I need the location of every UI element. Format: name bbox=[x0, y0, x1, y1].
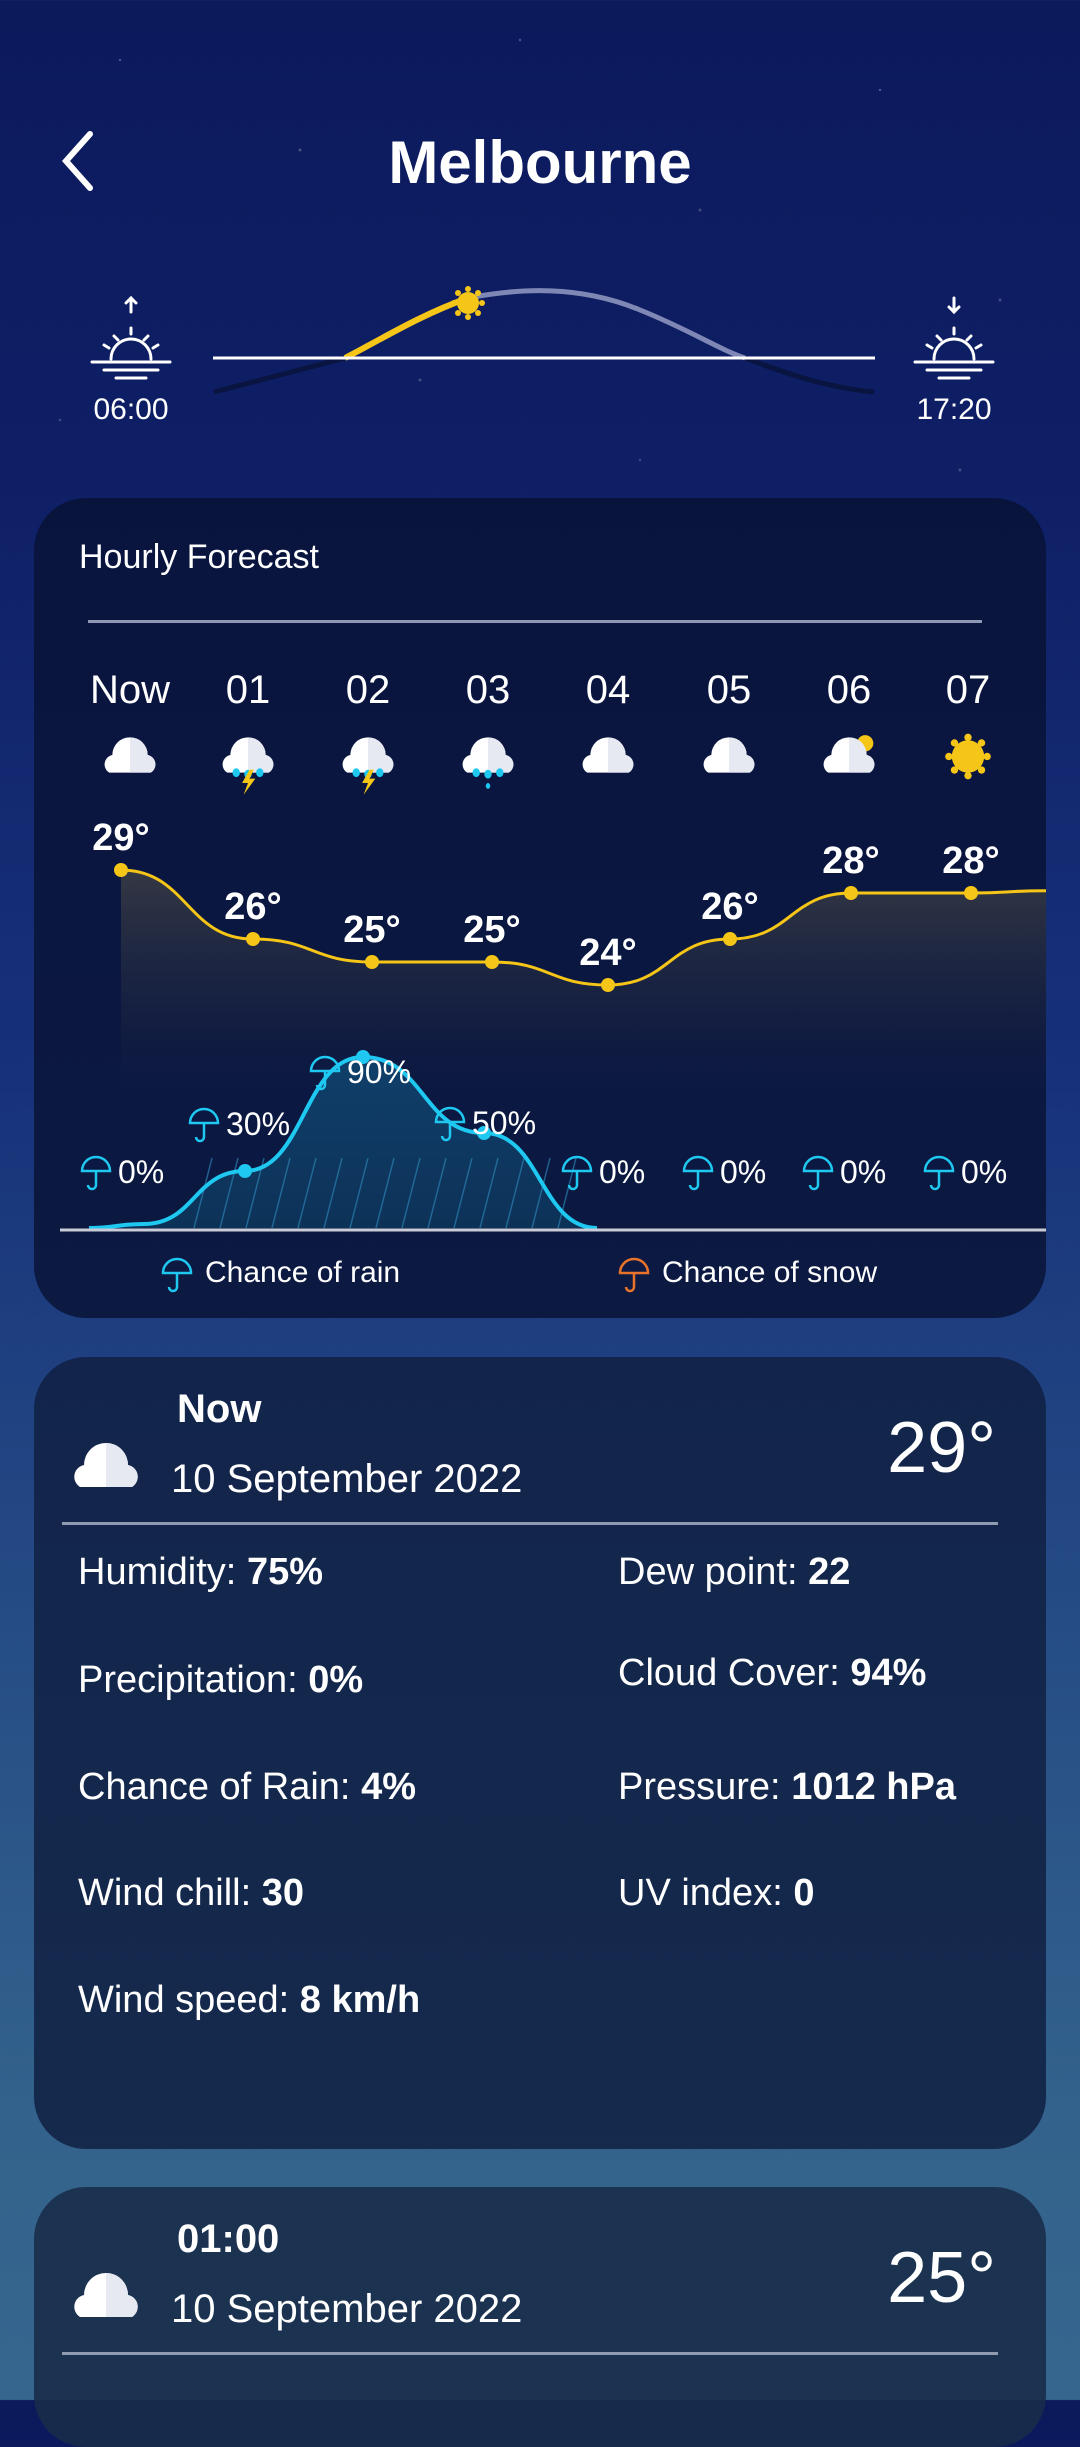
remaining-day-arc bbox=[467, 288, 746, 361]
metric-value: 22 bbox=[808, 1551, 851, 1593]
umbrella-rain-icon bbox=[561, 1155, 593, 1191]
umbrella-rain-icon bbox=[682, 1155, 714, 1191]
sunset-icon bbox=[913, 296, 995, 380]
sunrise-icon bbox=[90, 295, 172, 380]
cloud-icon bbox=[74, 1443, 138, 1487]
night-arc-left bbox=[213, 355, 346, 395]
metric-value: 0% bbox=[308, 1659, 364, 1701]
umbrella-rain-icon bbox=[80, 1155, 112, 1191]
metric-label: Dew point: bbox=[618, 1551, 798, 1593]
metric-item: Wind chill: 30 bbox=[78, 1872, 304, 1915]
sunrise-time: 06:00 bbox=[93, 393, 169, 426]
card-time: Now bbox=[177, 1387, 262, 1431]
metric-item: Pressure: 1012 hPa bbox=[618, 1766, 956, 1809]
elapsed-day-arc bbox=[343, 295, 470, 361]
metric-item: Humidity: 75% bbox=[78, 1551, 323, 1594]
umbrella-rain-icon bbox=[161, 1257, 193, 1293]
hourly-forecast-card[interactable]: Hourly Forecast Now 01 02 03 04 05 06 07… bbox=[34, 498, 1046, 1318]
hour-card-0100[interactable]: 01:00 10 September 2022 25° bbox=[34, 2187, 1046, 2447]
rain-chance-label: 30% bbox=[226, 1106, 290, 1142]
temperature-label: 29° bbox=[92, 817, 149, 859]
page-title: Melbourne bbox=[388, 129, 692, 196]
metric-label: Wind chill: bbox=[78, 1872, 252, 1914]
legend-rain-label: Chance of rain bbox=[205, 1256, 401, 1289]
metric-item: Cloud Cover: 94% bbox=[618, 1652, 926, 1695]
temperature-point bbox=[114, 863, 128, 877]
metric-item: Dew point: 22 bbox=[618, 1551, 850, 1594]
temperature-label: 25° bbox=[343, 909, 400, 951]
temperature-label: 26° bbox=[224, 886, 281, 928]
temperature-label: 24° bbox=[579, 932, 636, 974]
night-arc-right bbox=[744, 355, 875, 395]
card-temperature: 25° bbox=[887, 2238, 996, 2318]
metric-value: 0 bbox=[793, 1872, 815, 1914]
legend-snow-label: Chance of snow bbox=[662, 1256, 878, 1289]
rain-chance-label: 0% bbox=[961, 1154, 1007, 1190]
metric-item: UV index: 0 bbox=[618, 1872, 814, 1915]
card-date: 10 September 2022 bbox=[171, 1457, 523, 1501]
metric-label: Humidity: bbox=[78, 1551, 237, 1593]
legend-snow: Chance of snow bbox=[616, 1253, 877, 1293]
rain-chance-label: 0% bbox=[599, 1154, 645, 1190]
temperature-label: 28° bbox=[822, 840, 879, 882]
card-time: 01:00 bbox=[177, 2217, 280, 2261]
temperature-point bbox=[485, 955, 499, 969]
temperature-point bbox=[365, 955, 379, 969]
metric-item: Wind speed: 8 km/h bbox=[78, 1979, 420, 2022]
metric-value: 94% bbox=[850, 1652, 927, 1694]
metric-item: Chance of Rain: 4% bbox=[78, 1766, 416, 1809]
temperature-point bbox=[844, 886, 858, 900]
temperature-point bbox=[246, 932, 260, 946]
legend-rain: Chance of rain bbox=[159, 1253, 400, 1293]
metric-item: Precipitation: 0% bbox=[78, 1659, 363, 1702]
umbrella-snow-icon bbox=[618, 1257, 650, 1293]
metric-label: Cloud Cover: bbox=[618, 1652, 840, 1694]
hourly-chart: 29° 26° 25° 25° 24° 26° 28° 28° 0% 30% 90% 50% 0% 0% 0… bbox=[60, 817, 1046, 1232]
metric-value: 30 bbox=[261, 1872, 304, 1914]
metric-label: Chance of Rain: bbox=[78, 1766, 351, 1808]
card-temperature: 29° bbox=[887, 1408, 996, 1488]
rain-chance-label: 50% bbox=[472, 1105, 536, 1141]
current-conditions-card[interactable]: Now 10 September 2022 29° Humidity: 75% P… bbox=[34, 1357, 1046, 2149]
metric-value: 4% bbox=[361, 1766, 416, 1808]
temperature-label: 26° bbox=[701, 886, 758, 928]
metric-label: Wind speed: bbox=[78, 1979, 290, 2021]
divider bbox=[62, 2352, 998, 2355]
metric-value: 1012 hPa bbox=[791, 1766, 956, 1808]
umbrella-rain-icon bbox=[188, 1107, 220, 1143]
divider bbox=[62, 1522, 998, 1525]
metric-label: UV index: bbox=[618, 1872, 783, 1914]
rain-point bbox=[238, 1164, 252, 1178]
card-date: 10 September 2022 bbox=[171, 2287, 523, 2331]
umbrella-rain-icon bbox=[802, 1155, 834, 1191]
temperature-point bbox=[964, 886, 978, 900]
cloud-icon bbox=[74, 2273, 138, 2317]
rain-chance-label: 0% bbox=[840, 1154, 886, 1190]
metric-label: Pressure: bbox=[618, 1766, 781, 1808]
sun-position-icon bbox=[451, 286, 485, 320]
rain-chance-label: 0% bbox=[118, 1154, 164, 1190]
umbrella-rain-icon bbox=[923, 1155, 955, 1191]
metric-label: Precipitation: bbox=[78, 1659, 298, 1701]
header: Melbourne bbox=[0, 120, 1080, 210]
temperature-label: 25° bbox=[463, 909, 520, 951]
temperature-point bbox=[601, 978, 615, 992]
temperature-point bbox=[723, 932, 737, 946]
sunset-time: 17:20 bbox=[916, 393, 992, 426]
metric-value: 8 km/h bbox=[299, 1979, 421, 2021]
rain-chance-label: 90% bbox=[347, 1054, 411, 1090]
metric-value: 75% bbox=[246, 1551, 323, 1593]
temperature-label: 28° bbox=[942, 840, 999, 882]
rain-chance-label: 0% bbox=[720, 1154, 766, 1190]
